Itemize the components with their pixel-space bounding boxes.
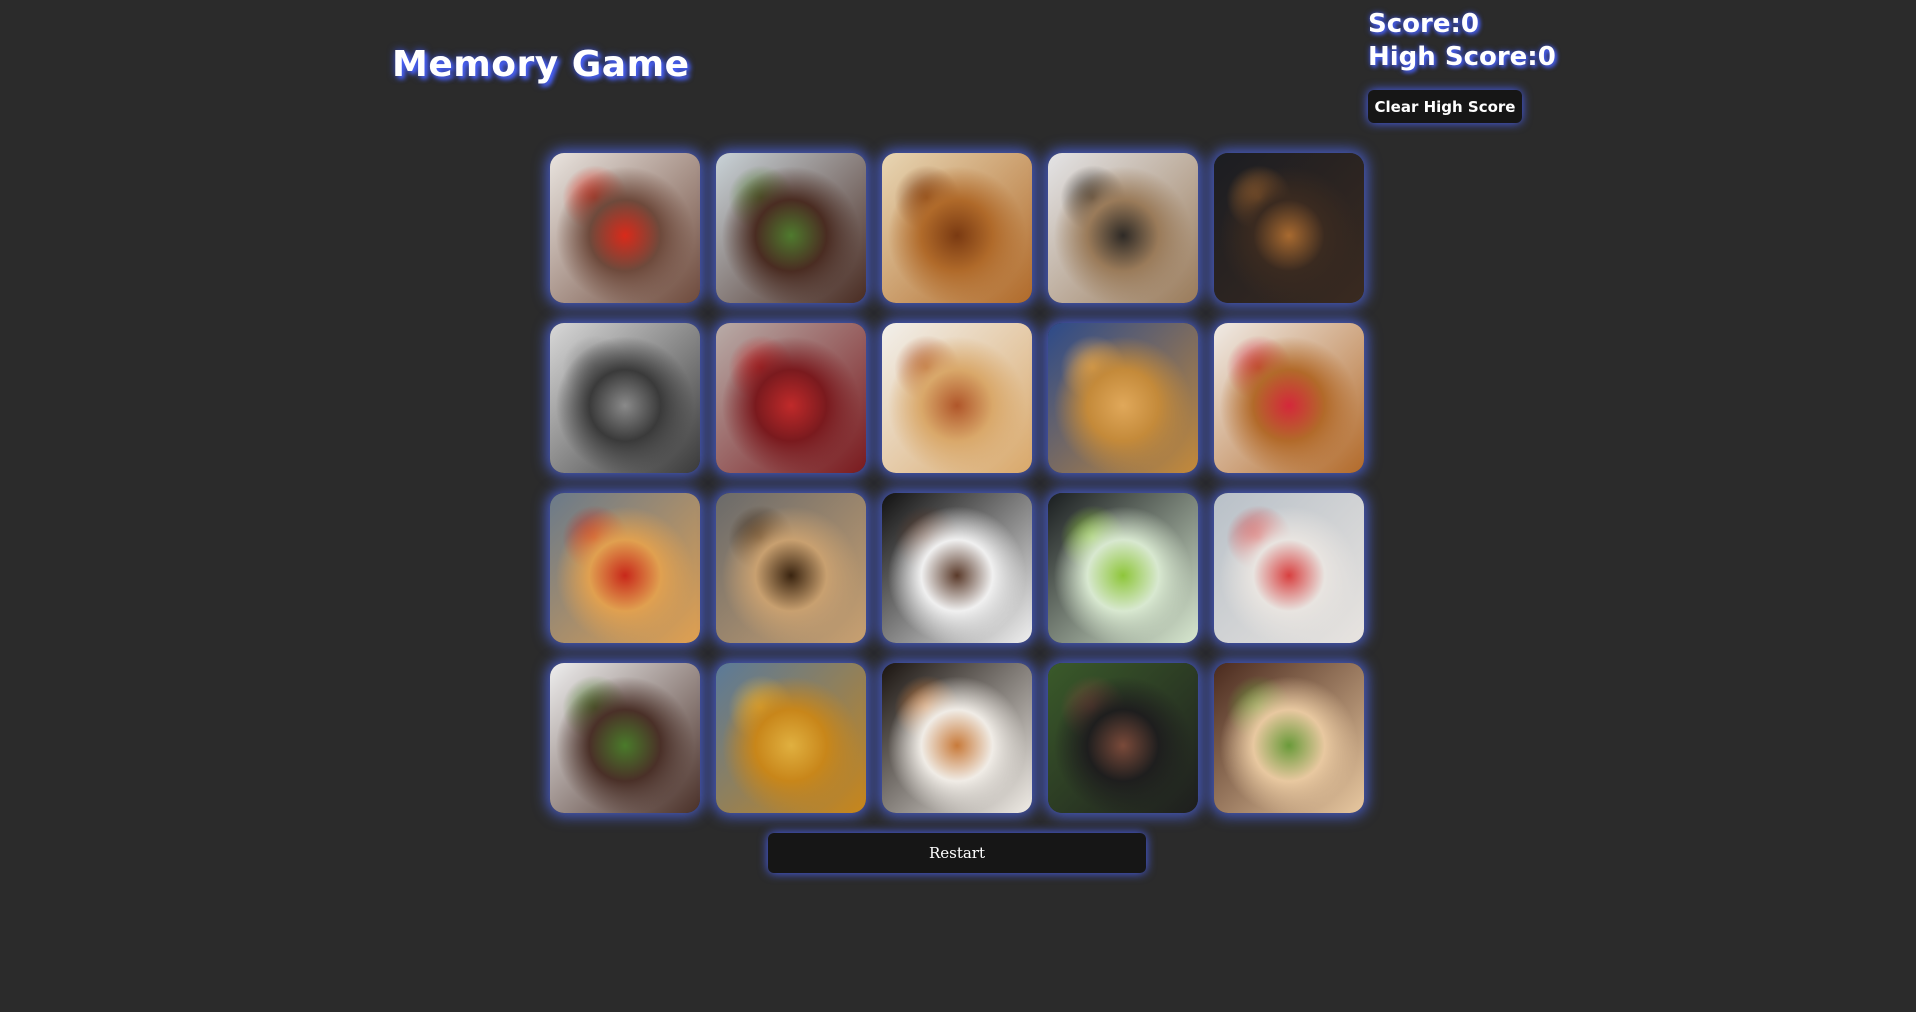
memory-card[interactable] — [1214, 323, 1364, 473]
lamb-skillet-image — [1048, 663, 1198, 813]
lamb-asparagus-bowl-image — [550, 663, 700, 813]
memory-card[interactable] — [550, 323, 700, 473]
memory-card[interactable] — [716, 493, 866, 643]
nachos-image — [882, 153, 1032, 303]
memory-card[interactable] — [882, 493, 1032, 643]
clear-high-score-button[interactable]: Clear High Score — [1368, 90, 1522, 123]
game-title: Memory Game — [392, 44, 690, 85]
score-label: Score: — [1368, 9, 1461, 39]
memory-card[interactable] — [1048, 663, 1198, 813]
memory-card[interactable] — [1048, 153, 1198, 303]
pizza-image — [550, 493, 700, 643]
lamb-plate-image — [882, 493, 1032, 643]
restart-button[interactable]: Restart — [768, 833, 1146, 873]
fine-dining-fish-image — [882, 663, 1032, 813]
score-panel: Score:0 High Score:0 — [1368, 8, 1556, 74]
mojito-image — [1048, 493, 1198, 643]
high-score-value: 0 — [1537, 42, 1556, 72]
dark-croissant-image — [1214, 153, 1364, 303]
steak-asparagus-image — [716, 153, 866, 303]
memory-card[interactable] — [882, 153, 1032, 303]
memory-card[interactable] — [882, 663, 1032, 813]
sandwich-image — [1048, 153, 1198, 303]
high-score-row: High Score:0 — [1368, 41, 1556, 74]
memory-card[interactable] — [1214, 153, 1364, 303]
memory-card[interactable] — [1048, 493, 1198, 643]
memory-card[interactable] — [716, 663, 866, 813]
score-value: 0 — [1460, 9, 1479, 39]
lamb-chops-tomatoes-image — [550, 153, 700, 303]
breaded-cutlet-image — [1214, 663, 1364, 813]
memory-card[interactable] — [716, 323, 866, 473]
memory-card[interactable] — [1214, 493, 1364, 643]
memory-card[interactable] — [550, 153, 700, 303]
fried-chicken-image — [1048, 323, 1198, 473]
score-row: Score:0 — [1368, 8, 1556, 41]
curry-image — [716, 663, 866, 813]
cranberries-image — [716, 323, 866, 473]
spaghetti-image — [882, 323, 1032, 473]
chef-cooking-image — [550, 323, 700, 473]
popsicle-image — [1214, 493, 1364, 643]
french-toast-image — [1214, 323, 1364, 473]
cookies-image — [716, 493, 866, 643]
memory-card[interactable] — [882, 323, 1032, 473]
memory-card[interactable] — [716, 153, 866, 303]
card-grid — [550, 153, 1364, 813]
memory-card[interactable] — [1214, 663, 1364, 813]
memory-card[interactable] — [550, 663, 700, 813]
high-score-label: High Score: — [1368, 42, 1538, 72]
memory-card[interactable] — [1048, 323, 1198, 473]
memory-card[interactable] — [550, 493, 700, 643]
